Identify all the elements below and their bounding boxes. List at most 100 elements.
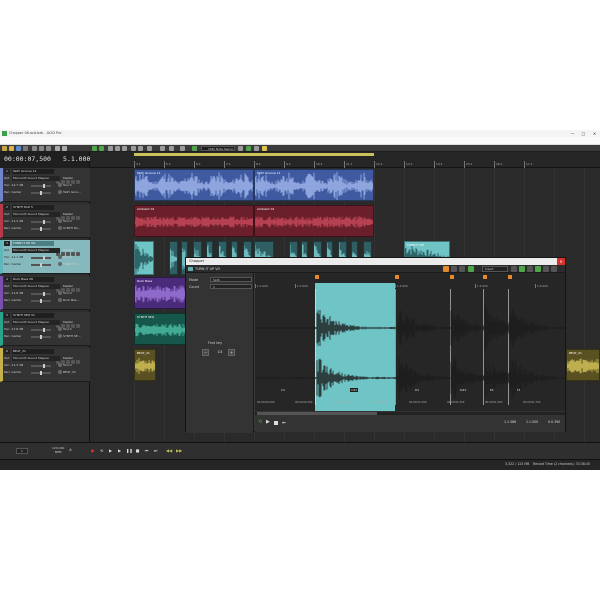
volume-slider[interactable]	[31, 364, 51, 368]
pan-slider[interactable]	[31, 263, 51, 267]
marker-flag-icon[interactable]	[395, 275, 399, 279]
track-header[interactable]: 4 Rock Bass 08 Out Microsoft Sound Mapper Ma…	[0, 276, 90, 310]
loop-playback-icon[interactable]: ⟲	[258, 420, 263, 425]
redo-icon[interactable]	[62, 146, 67, 151]
loop-toggle-icon[interactable]	[543, 266, 549, 272]
marker-flag-icon[interactable]	[315, 275, 319, 279]
slider-thumb[interactable]	[43, 328, 45, 332]
audio-clip[interactable]	[169, 241, 178, 275]
volume-slider[interactable]	[31, 292, 51, 296]
automation-dot[interactable]	[58, 219, 62, 223]
go-to-start-icon[interactable]: ⏮	[282, 420, 287, 425]
metronome-icon[interactable]	[238, 146, 243, 151]
track-name[interactable]: TURN IT UP VO	[12, 241, 54, 246]
paint-tool-icon[interactable]	[115, 146, 120, 151]
audio-clip[interactable]: Ambient 01	[254, 205, 374, 237]
automation-dot[interactable]	[58, 291, 62, 295]
tempo-control[interactable]: 120.000 BPM	[52, 446, 64, 454]
slider-thumb[interactable]	[40, 299, 42, 303]
grid-snap-icon[interactable]	[511, 266, 517, 272]
key-label[interactable]: A	[68, 448, 73, 453]
marker-icon[interactable]	[254, 146, 259, 151]
link-arrow-icon[interactable]	[468, 266, 474, 272]
output-dropdown[interactable]: Microsoft Sound Mapper	[12, 356, 60, 361]
add-marker-icon[interactable]	[443, 266, 449, 272]
slider-thumb[interactable]	[40, 227, 42, 231]
record-icon[interactable]: ●	[90, 448, 95, 453]
audio-clip[interactable]: BEAT_21	[134, 349, 156, 381]
automation-dot[interactable]	[58, 363, 62, 367]
timeline-ruler[interactable]: 4.1 5.1 6.1 7.1 8.1 9.1 10.1 11.1 12.1 13.1 14.1 15…	[90, 152, 600, 168]
fast-forward-icon[interactable]: ▶▶	[176, 448, 182, 453]
audio-clip[interactable]: TaiPr Groove 11	[134, 169, 254, 201]
play-from-start-icon[interactable]: ▶	[108, 448, 113, 453]
next-marker-icon[interactable]	[459, 266, 465, 272]
draw-tool-icon[interactable]	[108, 146, 113, 151]
volume-slider[interactable]	[31, 184, 51, 188]
track-header[interactable]: 3 TURN IT UP VO Out Microsoft Sound Mapper M…	[0, 240, 90, 274]
pan-slider[interactable]	[31, 299, 51, 303]
track-header[interactable]: 2 SYNTH PAD 5 Out Microsoft Sound Mapper Mas…	[0, 204, 90, 238]
automation-dot[interactable]	[58, 370, 62, 374]
help-pointer-icon[interactable]	[262, 146, 267, 151]
slider-thumb[interactable]	[43, 292, 45, 296]
output-dropdown[interactable]: Microsoft Sound Mapper	[12, 284, 60, 289]
lock-envelopes-icon[interactable]	[169, 146, 174, 151]
settings-icon[interactable]	[551, 266, 557, 272]
automation-dot[interactable]	[58, 262, 62, 266]
key-down-button[interactable]: −	[202, 349, 209, 356]
volume-slider[interactable]	[31, 256, 51, 260]
automation-dot[interactable]	[58, 298, 62, 302]
marker-flag-icon[interactable]	[508, 275, 512, 279]
slider-thumb[interactable]	[43, 256, 45, 260]
pause-icon[interactable]: ❚❚	[126, 448, 133, 453]
render-icon[interactable]	[23, 146, 28, 151]
edit-tool-icon[interactable]	[99, 146, 104, 151]
slider-thumb[interactable]	[43, 364, 45, 368]
menu-icon[interactable]	[76, 180, 80, 184]
automation-dot[interactable]	[58, 327, 62, 331]
zoom-in-icon[interactable]	[527, 266, 533, 272]
rewind-icon[interactable]: ◀◀	[166, 448, 172, 453]
menu-icon[interactable]	[76, 324, 80, 328]
stop-icon[interactable]	[274, 421, 278, 425]
auto-crossfade-icon[interactable]	[180, 146, 185, 151]
audio-clip[interactable]: BEAT_21	[566, 349, 600, 381]
menu-icon[interactable]	[76, 252, 80, 256]
go-to-end-icon[interactable]: ⏭	[153, 448, 158, 453]
slider-thumb[interactable]	[43, 220, 45, 224]
output-dropdown[interactable]: Microsoft Sound Mapper	[12, 212, 60, 217]
automation-dot[interactable]	[58, 183, 62, 187]
volume-slider[interactable]	[31, 328, 51, 332]
marker-flag-icon[interactable]	[483, 275, 487, 279]
automation-dot[interactable]	[58, 255, 62, 259]
go-to-start-icon[interactable]: ⏮	[144, 448, 149, 453]
maximize-button[interactable]: □	[578, 130, 589, 137]
selection-tool-icon[interactable]	[138, 146, 143, 151]
track-header[interactable]: 5 SYNTH SEQ 51 Out Microsoft Sound Mapper Ma…	[0, 312, 90, 346]
track-name[interactable]: Rock Bass 08	[12, 277, 54, 282]
menu-icon[interactable]	[76, 288, 80, 292]
track-name[interactable]: SYNTH PAD 5	[12, 205, 54, 210]
automation-dot[interactable]	[58, 334, 62, 338]
slider-thumb[interactable]	[40, 191, 42, 195]
insert-dropdown[interactable]: Insert	[482, 266, 508, 272]
previous-marker-icon[interactable]	[451, 266, 457, 272]
pan-slider[interactable]	[31, 227, 51, 231]
output-dropdown[interactable]: Microsoft Sound Mapper	[12, 248, 60, 253]
slider-thumb[interactable]	[40, 263, 42, 267]
zoom-control[interactable]: 1	[4, 448, 48, 454]
audio-clip[interactable]: Ambient 01	[134, 205, 254, 237]
track-header[interactable]: 1 TaiPr Groove 11 Out Microsoft Sound Mappe…	[0, 168, 90, 202]
audio-clip[interactable]	[134, 241, 154, 275]
loop-icon[interactable]	[246, 146, 251, 151]
auto-preview-icon[interactable]	[535, 266, 541, 272]
new-project-icon[interactable]	[2, 146, 7, 151]
paste-icon[interactable]	[46, 146, 51, 151]
undo-icon[interactable]	[55, 146, 60, 151]
count-stepper[interactable]: 1	[210, 284, 252, 289]
menu-icon[interactable]	[76, 216, 80, 220]
mode-dropdown[interactable]: Split	[210, 277, 252, 282]
slider-thumb[interactable]	[40, 371, 42, 375]
track-name[interactable]: TaiPr Groove 11	[12, 169, 54, 174]
